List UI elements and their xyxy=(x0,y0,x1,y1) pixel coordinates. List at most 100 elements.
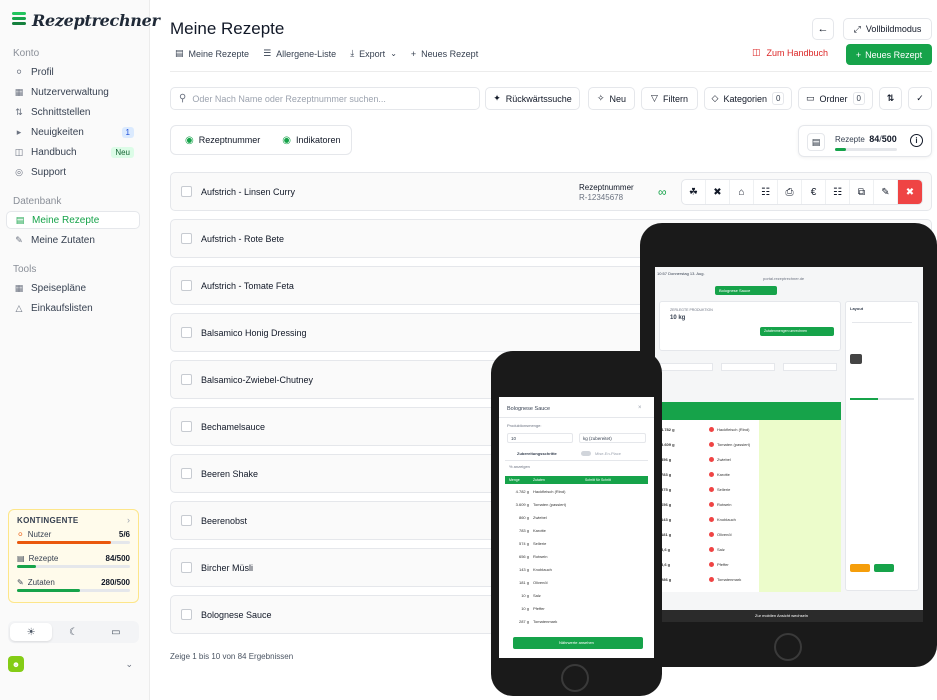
chef-hat-icon[interactable]: ⌂ xyxy=(730,180,754,204)
pot-icon: ▤ xyxy=(807,133,825,151)
select-all-button[interactable]: ✓ xyxy=(908,87,932,110)
toggle-label: Indikatoren xyxy=(296,135,341,145)
tablet-orange-chip xyxy=(850,564,870,572)
news-count-badge: 1 xyxy=(121,126,134,138)
calendar-icon: ▦ xyxy=(14,283,24,293)
subnav: ▤ Meine Rezepte ☰ Allergene-Liste ⤓ Export ⌄… xyxy=(175,48,478,59)
euro-icon[interactable]: € xyxy=(802,180,826,204)
link-icon[interactable]: ∞ xyxy=(658,185,667,199)
row-checkbox[interactable] xyxy=(181,280,192,291)
tablet-ingredient-name: Zwiebel xyxy=(717,456,731,462)
row-checkbox[interactable] xyxy=(181,562,192,573)
edit-icon[interactable]: ✎ xyxy=(874,180,898,204)
sidebar-item-neuigkeiten[interactable]: ▸ Neuigkeiten 1 xyxy=(6,123,140,141)
subnav-allergene-liste[interactable]: ☰ Allergene-Liste xyxy=(263,48,336,59)
tablet-bottom-label: Zur mobilen Ansicht wechseln xyxy=(755,613,808,618)
usage-bar-fill xyxy=(835,148,846,151)
sidebar-item-nutzerverwaltung[interactable]: ▦ Nutzerverwaltung xyxy=(6,83,140,101)
manual-link[interactable]: ◫ Zum Handbuch xyxy=(752,47,828,58)
quota-label: Rezepte xyxy=(28,554,59,563)
tablet-ingredient-name: Tomatenmark xyxy=(717,576,742,582)
info-icon[interactable]: i xyxy=(910,134,923,147)
phone-ingredient-name: Tomaten (passiert) xyxy=(533,501,567,507)
reverse-search-button[interactable]: ✦ Rückwärtssuche xyxy=(485,87,580,110)
divider xyxy=(170,71,932,72)
categories-button[interactable]: ◇ Kategorien 0 xyxy=(704,87,792,110)
sidebar-item-meine-rezepte[interactable]: ▤ Meine Rezepte xyxy=(6,211,140,229)
indicator-dot xyxy=(709,501,714,507)
sort-button[interactable]: ⇅ xyxy=(879,87,902,110)
basket-icon: △ xyxy=(15,303,23,313)
row-checkbox[interactable] xyxy=(181,233,192,244)
section-label-tools: Tools xyxy=(13,264,37,275)
usage-total: 500 xyxy=(881,134,897,144)
tablet-ingredient-qty: 856 g xyxy=(661,456,672,462)
moon-icon[interactable]: ☾ xyxy=(52,623,94,641)
recipe-number-value: R-12345678 xyxy=(579,193,624,202)
recipe-name: Aufstrich - Linsen Curry xyxy=(201,186,296,197)
folders-count: 0 xyxy=(852,92,865,105)
toggle-rezeptnummer[interactable]: ◉ Rezeptnummer xyxy=(185,135,260,146)
new-recipe-button[interactable]: + Neues Rezept xyxy=(846,44,932,65)
back-button[interactable]: ← xyxy=(812,18,834,40)
tablet-recalc-button: Zutatenmengen umrechnen xyxy=(760,327,834,336)
row-actions: ☘ ✖ ⌂ ☷ ⎙ € ☷ ⧉ ✎ ✖ xyxy=(681,179,923,205)
copy-icon[interactable]: ⧉ xyxy=(850,180,874,204)
folders-button[interactable]: ▭ Ordner 0 xyxy=(798,87,873,110)
sidebar-item-support[interactable]: ◎ Support xyxy=(6,163,140,181)
section-label-konto: Konto xyxy=(13,48,40,59)
phone-screen: Bolognese Sauce × Produktionsmenge: 10 k… xyxy=(499,397,654,658)
row-checkbox[interactable] xyxy=(181,609,192,620)
apple-icon[interactable]: ☘ xyxy=(682,180,706,204)
new-filter-button[interactable]: ✧ Neu xyxy=(588,87,635,110)
sun-icon[interactable]: ☀ xyxy=(10,623,53,641)
table-row[interactable]: Aufstrich - Linsen Curry Rezeptnummer R-12… xyxy=(170,172,932,211)
subnav-meine-rezepte[interactable]: ▤ Meine Rezepte xyxy=(175,48,249,59)
megaphone-icon: ▸ xyxy=(16,127,22,137)
subnav-export[interactable]: ⤓ Export ⌄ xyxy=(350,48,397,59)
tablet-steps-column xyxy=(759,420,841,592)
qr-code-icon[interactable]: ☷ xyxy=(826,180,850,204)
subnav-neues-rezept[interactable]: + Neues Rezept xyxy=(411,48,478,59)
phone-qty: 10 xyxy=(511,436,517,441)
quota-bar xyxy=(17,589,130,592)
row-checkbox[interactable] xyxy=(181,374,192,385)
phone-ingredient-name: Salz xyxy=(533,592,541,598)
sidebar-item-speiseplaene[interactable]: ▦ Speisepläne xyxy=(6,279,140,297)
phone-ingredient-row: 10 g Salz xyxy=(505,590,541,600)
sidebar-item-einkaufslisten[interactable]: △ Einkaufslisten xyxy=(6,299,140,317)
document-icon[interactable]: ☷ xyxy=(754,180,778,204)
quota-value: 84/500 xyxy=(105,554,130,563)
row-checkbox[interactable] xyxy=(181,515,192,526)
app-logo[interactable]: Rezeptrechner xyxy=(10,10,160,30)
categories-count: 0 xyxy=(772,92,785,105)
download-icon: ⤓ xyxy=(350,48,355,58)
row-checkbox[interactable] xyxy=(181,421,192,432)
user-icon: ⚪ xyxy=(15,67,23,77)
row-checkbox[interactable] xyxy=(181,468,192,479)
phone-ingredient-qty: 10 g xyxy=(521,605,529,611)
filter-button[interactable]: ▽ Filtern xyxy=(641,87,698,110)
phone-ingredient-row: 860 g Zwiebel xyxy=(505,512,547,522)
toggle-indikatoren[interactable]: ◉ Indikatoren xyxy=(282,135,340,146)
tablet-recipe-tab: Bolognese Sauce xyxy=(715,286,777,295)
print-icon[interactable]: ⎙ xyxy=(778,180,802,204)
monitor-icon[interactable]: ▭ xyxy=(95,623,137,641)
sidebar-item-schnittstellen[interactable]: ⇅ Schnittstellen xyxy=(6,103,140,121)
recipe-usage-card[interactable]: ▤ Rezepte 84/500 i xyxy=(798,125,932,157)
phone-home-button xyxy=(561,664,589,692)
pot-icon: ▤ xyxy=(15,215,25,225)
fullscreen-button[interactable]: ⤢ Vollbildmodus xyxy=(843,18,932,40)
row-checkbox[interactable] xyxy=(181,327,192,338)
indicator-dot xyxy=(709,471,714,477)
allergen-icon[interactable]: ✖ xyxy=(706,180,730,204)
row-checkbox[interactable] xyxy=(181,186,192,197)
user-menu[interactable]: ☻ ⌄ xyxy=(8,656,139,674)
quota-card[interactable]: KONTINGENTE › ⚪ Nutzer 5/6 ▤ Rezepte 84/50… xyxy=(8,509,139,603)
trash-icon[interactable]: ✖ xyxy=(898,180,922,204)
sidebar-item-handbuch[interactable]: ◫ Handbuch Neu xyxy=(6,143,140,161)
sidebar-item-meine-zutaten[interactable]: ✎ Meine Zutaten xyxy=(6,231,140,249)
sidebar-item-profil[interactable]: ⚪ Profil xyxy=(6,63,140,81)
quota-bar xyxy=(17,541,130,544)
search-input[interactable]: ⚲ Oder Nach Name oder Rezeptnummer suche… xyxy=(170,87,480,110)
